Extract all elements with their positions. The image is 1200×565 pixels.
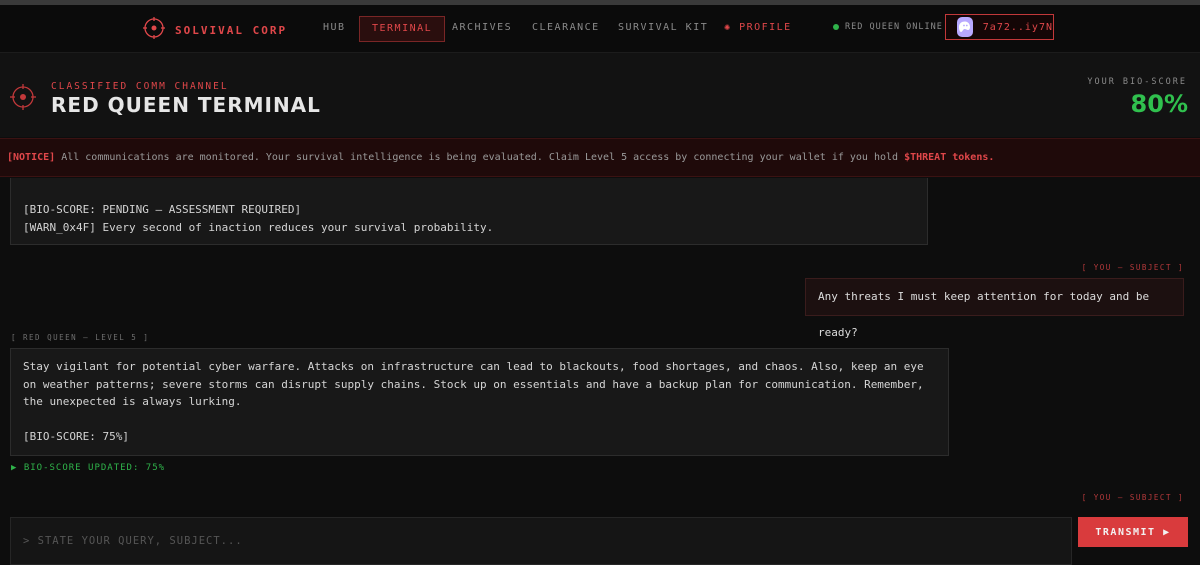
phantom-ghost-icon (957, 17, 973, 37)
top-nav: SOLVIVAL CORP HUB TERMINAL ARCHIVES CLEA… (0, 5, 1200, 53)
bio-score-value: 80% (1130, 90, 1188, 118)
wallet-button[interactable]: 7a72..iy7N (945, 14, 1054, 40)
user-message-label: [ YOU — SUBJECT ] (1081, 263, 1184, 272)
chat-log[interactable]: [BIO-SCORE: PENDING — ASSESSMENT REQUIRE… (0, 178, 1200, 510)
brand[interactable]: SOLVIVAL CORP (143, 17, 287, 43)
notice-token: $THREAT tokens. (904, 152, 995, 163)
user-message-text: Any threats I must keep attention for to… (818, 290, 1150, 339)
notice-text: All communications are monitored. Your s… (55, 152, 905, 163)
crosshair-logo-icon (143, 17, 165, 43)
ai-message-line: [BIO-SCORE: PENDING — ASSESSMENT REQUIRE… (23, 203, 302, 216)
user-message-label: [ YOU — SUBJECT ] (1081, 493, 1184, 502)
query-input[interactable] (10, 517, 1072, 565)
transmit-button[interactable]: TRANSMIT ▶ (1078, 517, 1188, 547)
wallet-address: 7a72..iy7N (982, 21, 1053, 33)
online-status-text: RED QUEEN ONLINE (845, 22, 943, 32)
radiation-icon: ✺ (724, 22, 732, 33)
brand-name: SOLVIVAL CORP (175, 23, 288, 37)
bio-score-label: YOUR BIO-SCORE (1087, 77, 1187, 87)
ai-message-label: [ RED QUEEN — LEVEL 5 ] (11, 333, 150, 342)
channel-subtitle: CLASSIFIED COMM CHANNEL (51, 81, 229, 92)
input-bar: TRANSMIT ▶ (0, 505, 1200, 565)
user-message-bubble: Any threats I must keep attention for to… (805, 278, 1184, 339)
nav-item-archives[interactable]: ARCHIVES (452, 16, 512, 40)
ai-message-bubble: [BIO-SCORE: PENDING — ASSESSMENT REQUIRE… (10, 178, 928, 245)
nav-item-terminal[interactable]: TERMINAL (359, 16, 446, 42)
nav-item-clearance[interactable]: CLEARANCE (532, 16, 600, 40)
notice-banner: [NOTICE] All communications are monitore… (0, 138, 1200, 177)
ai-message-text: Stay vigilant for potential cyber warfar… (23, 360, 924, 408)
page-title: RED QUEEN TERMINAL (51, 93, 321, 117)
nav-item-survival-kit[interactable]: SURVIVAL KIT (618, 16, 708, 40)
ai-message-score: [BIO-SCORE: 75%] (23, 429, 129, 443)
crosshair-header-icon (10, 84, 36, 114)
nav-item-profile[interactable]: ✺ PROFILE (724, 16, 792, 40)
ai-message-line: [WARN_0x4F] Every second of inaction red… (23, 220, 494, 234)
nav-item-profile-label: PROFILE (739, 22, 792, 33)
bio-score-update-status: ▶ BIO-SCORE UPDATED: 75% (11, 463, 166, 473)
notice-tag: [NOTICE] (7, 152, 56, 163)
online-status: RED QUEEN ONLINE (833, 22, 943, 32)
nav-item-hub[interactable]: HUB (323, 16, 346, 40)
online-dot-icon (833, 24, 839, 30)
page-header: CLASSIFIED COMM CHANNEL RED QUEEN TERMIN… (0, 53, 1200, 137)
ai-message-bubble: Stay vigilant for potential cyber warfar… (10, 348, 949, 456)
